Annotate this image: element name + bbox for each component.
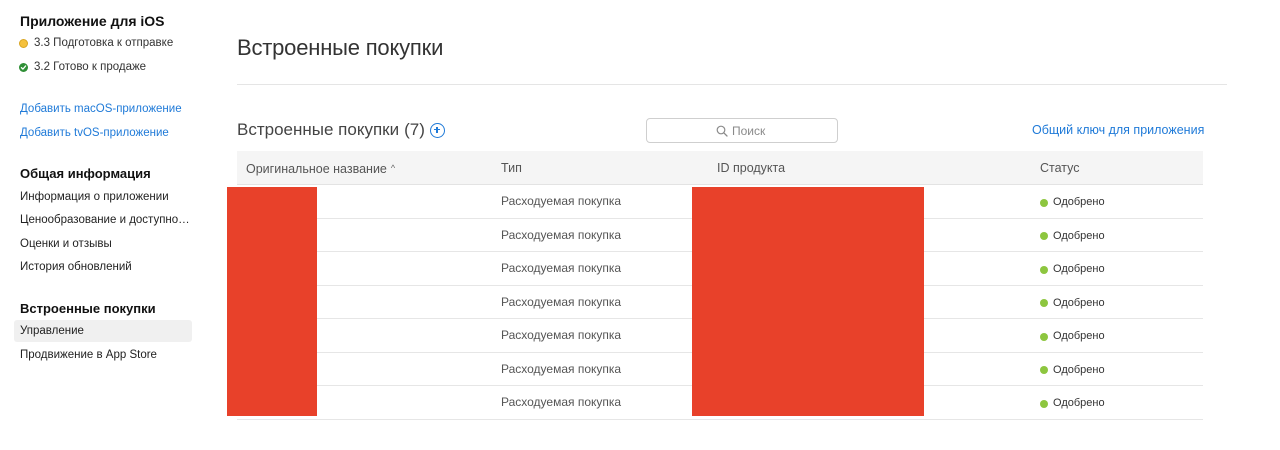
cell-type: Расходуемая покупка (501, 361, 622, 376)
status-approved-icon (1040, 198, 1048, 207)
pending-status-icon (19, 38, 28, 48)
status-approved-icon (1040, 366, 1048, 374)
sidebar-version-label: 3.3 Подготовка к отправке (34, 37, 174, 49)
sidebar-item-app-info[interactable]: Информация о приложении (14, 186, 192, 208)
shared-secret-link[interactable]: Общий ключ для приложения (1032, 123, 1204, 137)
sidebar-item-history[interactable]: История обновлений (14, 256, 192, 278)
cell-status: Одобрено (1040, 354, 1105, 387)
table-header: Оригинальное название ^ Тип ID продукта С… (237, 151, 1203, 185)
checkmark-icon (19, 62, 28, 72)
cell-status: Одобрено (1040, 253, 1105, 286)
status-approved-icon (1040, 399, 1048, 408)
redacted-names-block (227, 187, 317, 416)
add-tvos-app-link[interactable]: Добавить tvOS-приложение (20, 127, 169, 139)
cell-status: Одобрено (1040, 186, 1105, 219)
column-header-label: Оригинальное название (246, 162, 387, 176)
add-macos-app-link[interactable]: Добавить macOS-приложение (20, 103, 182, 115)
status-label: Одобрено (1053, 330, 1105, 342)
sidebar-app-title: Приложение для iOS (20, 13, 165, 29)
cell-status: Одобрено (1040, 320, 1105, 353)
sidebar-version-3-3[interactable]: 3.3 Подготовка к отправке (19, 37, 173, 49)
sidebar: Приложение для iOS 3.3 Подготовка к отпр… (0, 0, 200, 450)
cell-type: Расходуемая покупка (501, 294, 622, 309)
sidebar-version-label: 3.2 Готово к продаже (34, 61, 147, 73)
cell-type: Расходуемая покупка (501, 227, 622, 242)
status-label: Одобрено (1053, 296, 1105, 309)
cell-type: Расходуемая покупка (501, 194, 622, 208)
cell-status: Одобрено (1040, 387, 1105, 420)
status-approved-icon (1040, 232, 1048, 240)
app-root: Приложение для iOS 3.3 Подготовка к отпр… (0, 0, 1280, 450)
iap-count: (7) (404, 120, 425, 139)
page-title: Встроенные покупки (237, 35, 444, 60)
search-icon (716, 125, 728, 137)
sort-ascending-icon: ^ (390, 163, 396, 173)
status-approved-icon (1040, 265, 1048, 274)
sidebar-item-manage[interactable]: Управление (14, 320, 192, 342)
cell-status: Одобрено (1040, 220, 1105, 253)
cell-status: Одобрено (1040, 287, 1105, 320)
status-label: Одобрено (1053, 397, 1105, 409)
sidebar-item-promotion[interactable]: Продвижение в App Store (14, 344, 192, 366)
redacted-product-ids-block (692, 187, 924, 416)
sidebar-version-3-2[interactable]: 3.2 Готово к продаже (19, 61, 146, 73)
status-label: Одобрено (1053, 229, 1105, 242)
section-title: Встроенные покупки (237, 120, 400, 139)
sidebar-item-pricing[interactable]: Ценообразование и доступность (14, 209, 192, 231)
add-iap-button[interactable] (429, 122, 445, 138)
section-header: Встроенные покупки (7) (237, 120, 445, 140)
sidebar-heading-iap: Встроенные покупки (20, 301, 156, 316)
status-label: Одобрено (1053, 196, 1105, 208)
cell-type: Расходуемая покупка (501, 328, 622, 342)
status-label: Одобрено (1053, 263, 1105, 275)
search-input[interactable] (732, 123, 768, 138)
column-header-product-id[interactable]: ID продукта (717, 151, 785, 185)
column-header-name[interactable]: Оригинальное название ^ (246, 151, 395, 185)
search-field[interactable] (646, 118, 838, 143)
status-label: Одобрено (1053, 363, 1105, 376)
cell-type: Расходуемая покупка (501, 395, 622, 409)
status-approved-icon (1040, 299, 1048, 307)
cell-type: Расходуемая покупка (501, 261, 622, 275)
sidebar-heading-general: Общая информация (20, 166, 151, 181)
title-divider (237, 84, 1227, 85)
column-header-type[interactable]: Тип (501, 151, 522, 185)
column-header-status[interactable]: Статус (1040, 151, 1080, 185)
status-approved-icon (1040, 332, 1048, 341)
sidebar-item-ratings[interactable]: Оценки и отзывы (14, 233, 192, 255)
